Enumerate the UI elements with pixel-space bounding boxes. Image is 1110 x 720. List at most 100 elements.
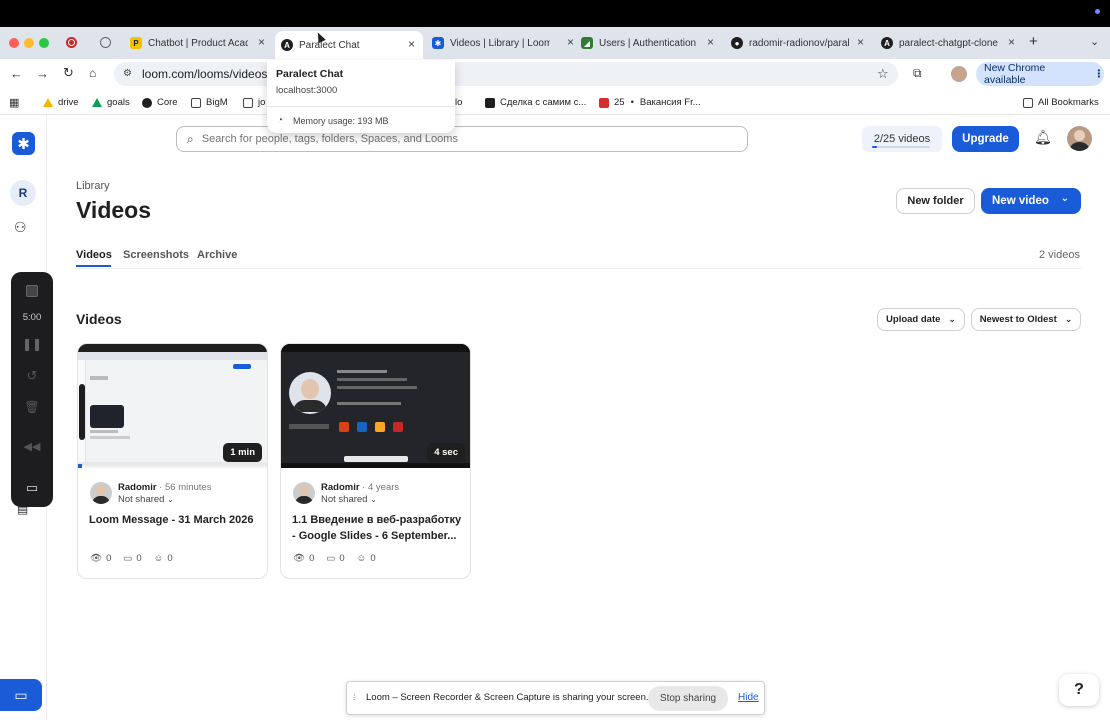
folder-icon <box>1023 97 1033 108</box>
share-status-dropdown[interactable]: Not shared ⌄ <box>118 494 174 505</box>
share-status-dropdown[interactable]: Not shared ⌄ <box>321 494 377 505</box>
close-tab-icon[interactable]: × <box>707 35 714 49</box>
tab-loom-videos[interactable]: ✱ Videos | Library | Loom × <box>432 33 574 53</box>
hide-sharing-link[interactable]: Hide <box>738 692 759 703</box>
close-tab-icon[interactable]: × <box>567 35 574 49</box>
tab-paralect-chatgpt-clone[interactable]: A paralect-chatgpt-clone × <box>881 33 1015 53</box>
tab-paralect-chat[interactable]: A Paralect Chat × <box>275 31 423 59</box>
recording-tab-icon[interactable] <box>66 37 77 48</box>
tab-screenshots[interactable]: Screenshots <box>123 249 189 261</box>
pinned-tab-icon[interactable] <box>100 37 111 48</box>
bookmark-label: Core <box>157 97 178 108</box>
new-folder-button[interactable]: New folder <box>896 188 975 214</box>
close-tab-icon[interactable]: × <box>1008 35 1015 49</box>
chevron-down-icon: ⌄ <box>370 495 377 504</box>
tab-label: Chatbot | Product Acad <box>148 37 248 49</box>
github-icon <box>142 97 152 108</box>
delete-icon[interactable]: 🗑 <box>11 400 53 414</box>
new-chrome-available-button[interactable]: New Chrome available ⋮ <box>976 62 1104 86</box>
back-button[interactable]: ← <box>10 66 23 81</box>
close-tab-icon[interactable]: × <box>408 37 415 51</box>
zoom-window-button[interactable] <box>39 38 49 48</box>
search-icon: ⌕ <box>187 131 194 146</box>
bookmark-sdelka[interactable]: Сделка с самим с... <box>485 97 586 108</box>
all-bookmarks[interactable]: All Bookmarks <box>1023 97 1099 108</box>
new-video-label: New video <box>992 195 1049 207</box>
video-title[interactable]: Loom Message - 31 March 2026 <box>89 512 261 528</box>
stop-sharing-button[interactable]: Stop sharing <box>648 686 728 711</box>
bookmark-label: drive <box>58 97 79 108</box>
help-button[interactable]: ? <box>1059 674 1099 706</box>
bookmark-core[interactable]: Core <box>142 97 178 108</box>
bookmark-25[interactable]: 25 • Вакансия Fr... <box>599 97 701 108</box>
record-button[interactable]: ▭ <box>0 679 42 711</box>
video-card[interactable]: 1 min Radomir · 56 minutes Not shared ⌄ … <box>77 343 268 579</box>
tab-github-repo[interactable]: ● radomir-radionov/paral × <box>731 33 864 53</box>
new-tab-button[interactable]: + <box>1029 33 1038 50</box>
supabase-favicon-icon: ◢ <box>581 37 593 49</box>
upgrade-button[interactable]: Upgrade <box>952 126 1019 152</box>
notifications-bell-icon[interactable]: 🔔︎ <box>1034 129 1052 146</box>
add-user-icon[interactable]: ⚇ <box>14 219 27 236</box>
site-settings-icon[interactable]: ⚙ <box>123 68 132 79</box>
tab-chatbot[interactable]: P Chatbot | Product Acad × <box>130 33 265 53</box>
drag-handle-icon[interactable]: ⁞ <box>353 692 356 702</box>
author-avatar <box>90 482 112 504</box>
camera-icon[interactable]: ▭ <box>11 480 53 496</box>
sort-order-dropdown[interactable]: Newest to Oldest ⌄ <box>971 308 1081 331</box>
workspace-avatar[interactable]: R <box>10 180 36 206</box>
video-age: · 4 years <box>359 482 400 493</box>
new-video-button[interactable]: New video ⌄ <box>981 188 1081 214</box>
stop-recording-button[interactable] <box>11 283 53 299</box>
tab-archive[interactable]: Archive <box>197 249 237 261</box>
drive-icon <box>43 98 53 107</box>
tab-hover-card: Paralect Chat localhost:3000 ◔ Memory us… <box>267 60 455 133</box>
sort-field-dropdown[interactable]: Upload date ⌄ <box>877 308 965 331</box>
chevron-down-icon: ⌄ <box>1060 193 1069 204</box>
comments-stat: ▭ 0 <box>326 553 345 564</box>
forward-button[interactable]: → <box>36 66 49 81</box>
more-menu-icon[interactable]: ⋮ <box>1094 68 1105 80</box>
comments-stat: ▭ 0 <box>123 553 142 564</box>
breadcrumb[interactable]: Library <box>76 180 110 192</box>
extensions-icon[interactable]: ⧉ <box>913 66 922 81</box>
recording-timer: 5:00 <box>22 312 42 323</box>
loom-logo-icon[interactable]: ✱ <box>12 132 35 155</box>
video-quota-progress-fill <box>872 146 877 148</box>
search-input[interactable] <box>201 133 722 145</box>
minimize-window-button[interactable] <box>24 38 34 48</box>
reload-button[interactable]: ↻ <box>63 65 74 81</box>
apps-grid-icon[interactable]: ▦ <box>9 96 19 109</box>
bookmark-drive[interactable]: drive <box>43 97 79 108</box>
bookmark-jo[interactable]: jo <box>243 97 265 108</box>
restart-icon[interactable]: ↺ <box>11 368 53 384</box>
video-author: Radomir · 56 minutes <box>118 482 211 493</box>
video-title[interactable]: 1.1 Введение в веб-разработку - Google S… <box>292 512 464 544</box>
video-quota-badge[interactable]: 2/25 videos <box>862 126 942 152</box>
tab-videos[interactable]: Videos <box>76 249 112 261</box>
close-tab-icon[interactable]: × <box>857 35 864 49</box>
bookmark-bigm[interactable]: BigM <box>191 97 228 108</box>
tab-search-icon[interactable]: ⌄ <box>1090 35 1099 48</box>
url-text[interactable]: loom.com/looms/videos <box>142 67 267 81</box>
chevron-down-icon: ⌄ <box>167 495 174 504</box>
home-button[interactable]: ⌂ <box>89 66 96 80</box>
profile-avatar[interactable] <box>951 66 967 82</box>
pause-icon[interactable]: ❚❚ <box>11 337 53 351</box>
close-window-button[interactable] <box>9 38 19 48</box>
user-avatar[interactable] <box>1067 126 1092 151</box>
tooltip-url: localhost:3000 <box>276 85 338 96</box>
bookmark-label: goals <box>107 97 130 108</box>
search-bar[interactable]: ⌕ <box>176 126 748 152</box>
bookmark-lo[interactable]: lo <box>455 97 462 108</box>
video-card[interactable]: 4 sec Radomir · 4 years Not shared ⌄ 1.1… <box>280 343 471 579</box>
tab-label: Paralect Chat <box>299 39 360 51</box>
bookmark-label: BigM <box>206 97 228 108</box>
tab-users-authentication[interactable]: ◢ Users | Authentication × <box>581 33 714 53</box>
close-tab-icon[interactable]: × <box>258 35 265 49</box>
bookmark-star-icon[interactable]: ☆ <box>877 66 889 82</box>
bookmark-goals[interactable]: goals <box>92 97 130 108</box>
author-avatar <box>293 482 315 504</box>
rewind-icon[interactable]: ◀◀ <box>11 440 53 453</box>
chevron-down-icon: ⌄ <box>948 314 956 324</box>
